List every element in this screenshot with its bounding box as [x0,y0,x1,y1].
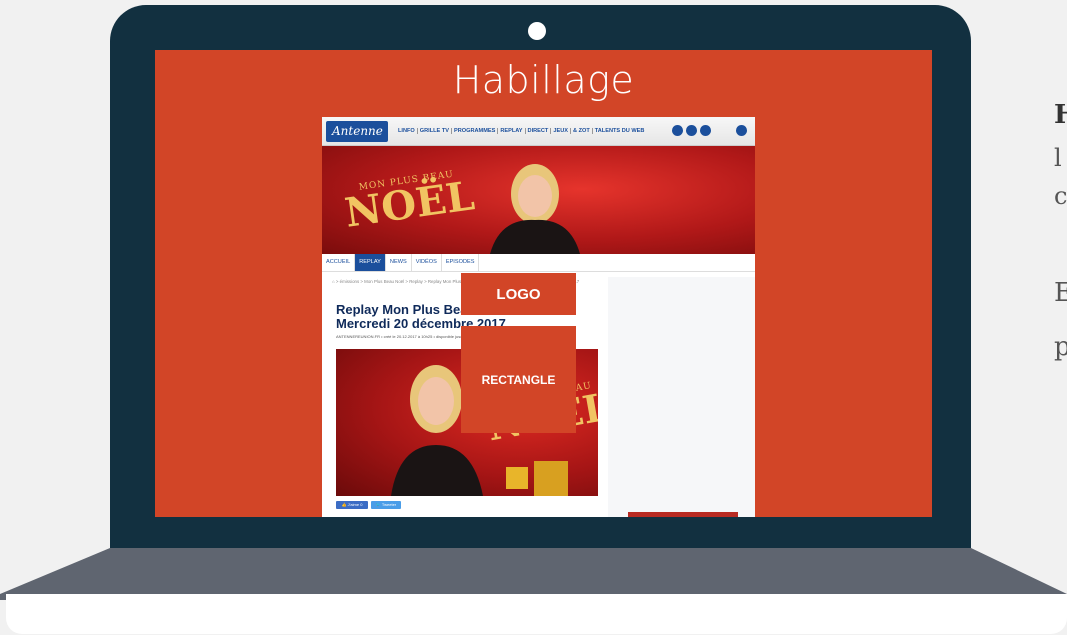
laptop-base [0,548,1067,600]
youtube-icon[interactable] [700,125,711,136]
presenter-image [490,164,580,254]
tab-replay[interactable]: REPLAY [355,254,386,271]
site-logo[interactable]: Antenne [326,121,388,142]
nav-item[interactable]: JEUX [551,128,571,134]
ad-rectangle-placeholder: RECTANGLE [461,326,576,433]
hero-banner: MON PLUS BEAU NOËL [322,146,755,254]
slide-title: Habillage [452,58,635,102]
nav-item[interactable]: & ZOT [571,128,593,134]
side-text-line: l [1054,144,1062,172]
nav-item[interactable]: DIRECT [526,128,552,134]
tab-news[interactable]: NEWS [386,254,412,271]
nav-item[interactable]: PROGRAMMES [452,128,499,134]
laptop-base-front [6,594,1067,634]
gift-box [506,467,528,489]
top-nav: LINFO GRILLE TV PROGRAMMES REPLAY DIRECT… [396,117,646,145]
show-logo: MON PLUS BEAU NOËL [341,167,477,237]
facebook-icon[interactable] [672,125,683,136]
tab-episodes[interactable]: EPISODES [442,254,480,271]
nav-item[interactable]: TALENTS DU WEB [593,128,647,134]
gift-box [534,461,568,496]
side-text-line: E [1054,278,1067,308]
social-links [672,125,711,136]
ad-banner-peek [628,512,738,517]
twitter-icon[interactable] [686,125,697,136]
site-sidebar [608,277,755,517]
nav-item[interactable]: REPLAY [498,128,526,134]
share-buttons: 👍 J'aime 0 🐦 Tweeter [336,501,401,509]
tab-videos[interactable]: VIDÉOS [412,254,442,271]
ad-logo-placeholder: LOGO [461,273,576,315]
webcam-dot [528,22,546,40]
website-mockup: Antenne LINFO GRILLE TV PROGRAMMES REPLA… [322,117,755,517]
facebook-like-button[interactable]: 👍 J'aime 0 [336,501,368,509]
tab-accueil[interactable]: ACCUEIL [322,254,356,271]
nav-item[interactable]: LINFO [396,128,418,134]
site-header: Antenne LINFO GRILLE TV PROGRAMMES REPLA… [322,117,755,146]
section-nav: ACCUEIL REPLAY NEWS VIDÉOS EPISODES [322,254,755,272]
side-text-line: H [1054,100,1067,130]
search-icon[interactable] [736,125,747,136]
side-text-line: c [1054,182,1067,210]
tweet-button[interactable]: 🐦 Tweeter [371,501,401,509]
nav-item[interactable]: GRILLE TV [418,128,452,134]
side-text-line: p [1054,332,1067,362]
